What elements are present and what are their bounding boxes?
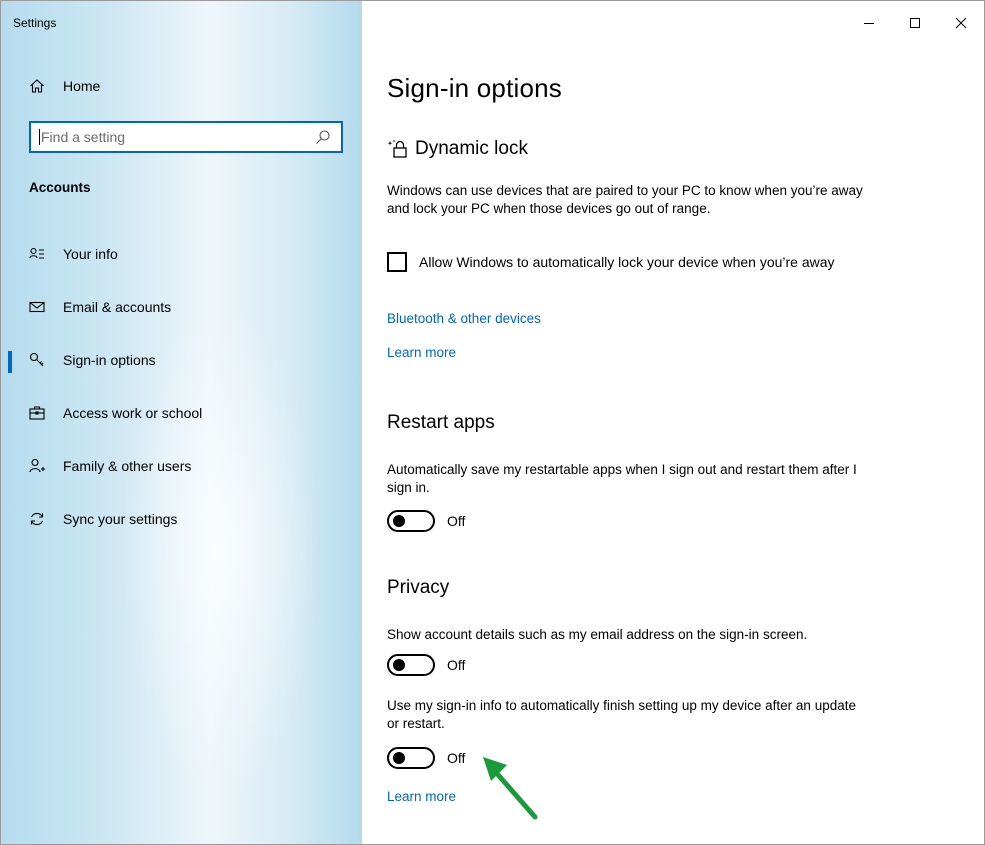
search-input[interactable] (40, 129, 310, 145)
sidebar-item-sign-in-options[interactable]: Sign-in options (1, 333, 362, 386)
toggle-state-label: Off (447, 657, 466, 673)
settings-window: Settings Home Accounts Your info (0, 0, 985, 845)
search-icon[interactable] (315, 129, 331, 145)
nav-home[interactable]: Home (29, 78, 100, 94)
dynamic-lock-checkbox[interactable] (387, 252, 407, 272)
minimize-button[interactable] (846, 1, 892, 45)
dynamic-lock-icon (387, 140, 407, 158)
toggle-state-label: Off (447, 750, 466, 766)
restart-apps-toggle-row[interactable]: Off (387, 510, 465, 532)
nav-list: Your info Email & accounts Sign-in optio… (1, 227, 362, 545)
sidebar-item-label: Sign-in options (63, 351, 156, 368)
sidebar-item-label: Access work or school (63, 404, 203, 421)
show-account-details-description: Show account details such as my email ad… (387, 627, 808, 642)
sync-icon (30, 512, 44, 525)
dynamic-lock-learn-more-link[interactable]: Learn more (387, 345, 456, 360)
briefcase-icon (29, 405, 45, 420)
titlebar-controls (846, 1, 984, 45)
show-account-details-toggle-row[interactable]: Off (387, 654, 465, 676)
section-heading-accounts: Accounts (29, 180, 91, 195)
home-icon (30, 79, 44, 93)
sidebar-item-your-info[interactable]: Your info (1, 227, 362, 280)
restart-apps-description: Automatically save my restartable apps w… (387, 462, 857, 495)
sidebar-item-access-work-school[interactable]: Access work or school (1, 386, 362, 439)
dynamic-lock-description: Windows can use devices that are paired … (387, 183, 863, 216)
person-card-icon (29, 247, 44, 259)
minimize-icon (864, 23, 874, 24)
annotation-arrow-icon (483, 757, 538, 820)
key-icon (29, 352, 44, 366)
mail-icon (29, 301, 45, 312)
section-title-restart-apps: Restart apps (387, 412, 495, 433)
dynamic-lock-checkbox-label: Allow Windows to automatically lock your… (419, 254, 835, 270)
sidebar-item-sync-settings[interactable]: Sync your settings (1, 492, 362, 545)
sign-in-info-description: Use my sign-in info to automatically fin… (387, 698, 856, 731)
dynamic-lock-checkbox-row[interactable]: Allow Windows to automatically lock your… (387, 252, 835, 272)
section-title-dynamic-lock: Dynamic lock (387, 137, 528, 161)
close-button[interactable] (938, 1, 984, 45)
sign-in-info-toggle[interactable] (387, 747, 435, 769)
maximize-icon (910, 18, 920, 28)
search-box[interactable] (29, 121, 343, 153)
page-title: Sign-in options (387, 73, 562, 103)
section-title-privacy: Privacy (387, 577, 450, 598)
section-title-label: Dynamic lock (415, 138, 528, 159)
sidebar-item-label: Email & accounts (63, 298, 172, 315)
sidebar-item-email-accounts[interactable]: Email & accounts (1, 280, 362, 333)
sign-in-info-toggle-row[interactable]: Off (387, 747, 465, 769)
maximize-button[interactable] (892, 1, 938, 45)
show-account-details-toggle[interactable] (387, 654, 435, 676)
sidebar-item-family-other-users[interactable]: Family & other users (1, 439, 362, 492)
restart-apps-toggle[interactable] (387, 510, 435, 532)
bluetooth-devices-link[interactable]: Bluetooth & other devices (387, 311, 541, 326)
sidebar-item-label: Sync your settings (63, 510, 178, 527)
sidebar-item-label: Your info (63, 245, 118, 262)
close-icon (955, 17, 967, 29)
app-title: Settings (13, 16, 57, 30)
person-add-icon (29, 458, 45, 472)
privacy-learn-more-link[interactable]: Learn more (387, 789, 456, 804)
toggle-state-label: Off (447, 513, 466, 529)
sidebar-item-label: Family & other users (63, 457, 192, 474)
sidebar: Settings Home Accounts Your info (1, 1, 362, 844)
nav-home-label: Home (63, 78, 101, 94)
